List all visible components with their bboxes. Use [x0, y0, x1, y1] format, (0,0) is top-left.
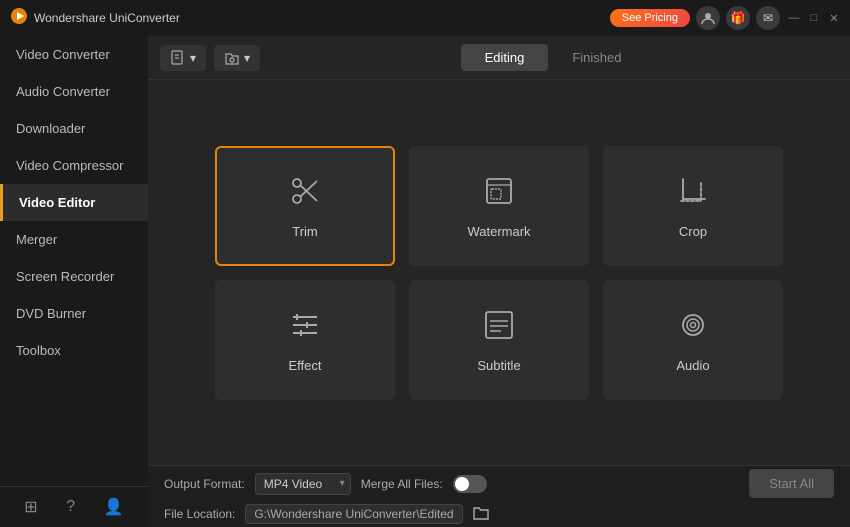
top-toolbar: ▾ ▾ Editing Finished	[148, 36, 850, 80]
start-all-button[interactable]: Start All	[749, 469, 834, 498]
trim-label: Trim	[292, 224, 318, 239]
sidebar-item-screen-recorder[interactable]: Screen Recorder	[0, 258, 148, 295]
output-format-select-wrapper: MP4 Video AVI Video MOV Video MKV Video	[255, 473, 351, 495]
subtitle-label: Subtitle	[477, 358, 520, 373]
editor-card-audio[interactable]: Audio	[603, 280, 783, 400]
sidebar-item-merger[interactable]: Merger	[0, 221, 148, 258]
see-pricing-button[interactable]: See Pricing	[610, 9, 690, 27]
crop-icon	[675, 173, 711, 214]
title-bar-actions: See Pricing 🎁 ✉ — □ ✕	[610, 6, 840, 30]
main-layout: Video Converter Audio Converter Download…	[0, 36, 850, 527]
app-logo-icon	[10, 7, 28, 30]
tab-editing[interactable]: Editing	[461, 44, 549, 71]
bottom-bar: Output Format: MP4 Video AVI Video MOV V…	[148, 465, 850, 527]
close-button[interactable]: ✕	[828, 12, 840, 24]
sidebar: Video Converter Audio Converter Download…	[0, 36, 148, 527]
sidebar-bottom-user-icon[interactable]: 👤	[104, 497, 124, 517]
toggle-knob	[455, 477, 469, 491]
editor-card-trim[interactable]: Trim	[215, 146, 395, 266]
title-bar: Wondershare UniConverter See Pricing 🎁 ✉…	[0, 0, 850, 36]
mail-icon[interactable]: ✉	[756, 6, 780, 30]
tab-finished[interactable]: Finished	[548, 44, 645, 71]
sidebar-item-toolbox[interactable]: Toolbox	[0, 332, 148, 369]
output-format-label: Output Format:	[164, 477, 245, 491]
tabs-container: Editing Finished	[268, 44, 838, 71]
editor-grid: Trim Watermark	[215, 146, 783, 400]
sidebar-item-video-compressor[interactable]: Video Compressor	[0, 147, 148, 184]
editor-card-watermark[interactable]: Watermark	[409, 146, 589, 266]
file-path: G:\Wondershare UniConverter\Edited	[245, 504, 462, 524]
add-folder-button[interactable]: ▾	[214, 45, 260, 71]
sidebar-bottom-help-icon[interactable]: ?	[66, 498, 75, 516]
sidebar-bottom-grid-icon[interactable]: ⊞	[24, 497, 37, 517]
sidebar-item-video-editor[interactable]: Video Editor	[0, 184, 148, 221]
audio-label: Audio	[676, 358, 709, 373]
file-location-row: File Location: G:\Wondershare UniConvert…	[164, 504, 834, 524]
output-format-row: Output Format: MP4 Video AVI Video MOV V…	[164, 469, 834, 498]
merge-toggle[interactable]	[453, 475, 487, 493]
app-title: Wondershare UniConverter	[34, 11, 610, 25]
editor-card-subtitle[interactable]: Subtitle	[409, 280, 589, 400]
output-format-select[interactable]: MP4 Video AVI Video MOV Video MKV Video	[255, 473, 351, 495]
sidebar-bottom: ⊞ ? 👤	[0, 486, 148, 527]
watermark-icon	[481, 173, 517, 214]
minimize-button[interactable]: —	[788, 12, 800, 24]
sidebar-item-audio-converter[interactable]: Audio Converter	[0, 73, 148, 110]
maximize-button[interactable]: □	[808, 12, 820, 24]
merge-all-label: Merge All Files:	[361, 477, 443, 491]
effect-icon	[287, 307, 323, 348]
scissors-icon	[287, 173, 323, 214]
effect-label: Effect	[288, 358, 321, 373]
user-icon[interactable]	[696, 6, 720, 30]
editor-card-crop[interactable]: Crop	[603, 146, 783, 266]
editor-content: Trim Watermark	[148, 80, 850, 465]
browse-folder-button[interactable]	[473, 506, 489, 523]
gift-icon[interactable]: 🎁	[726, 6, 750, 30]
folder-icon	[224, 50, 240, 66]
file-location-label: File Location:	[164, 507, 235, 521]
editor-card-effect[interactable]: Effect	[215, 280, 395, 400]
add-file-button[interactable]: ▾	[160, 45, 206, 71]
watermark-label: Watermark	[467, 224, 530, 239]
file-icon	[170, 50, 186, 66]
sidebar-item-downloader[interactable]: Downloader	[0, 110, 148, 147]
crop-label: Crop	[679, 224, 707, 239]
sidebar-item-dvd-burner[interactable]: DVD Burner	[0, 295, 148, 332]
sidebar-item-video-converter[interactable]: Video Converter	[0, 36, 148, 73]
audio-icon	[675, 307, 711, 348]
content-area: ▾ ▾ Editing Finished	[148, 36, 850, 527]
subtitle-icon	[481, 307, 517, 348]
